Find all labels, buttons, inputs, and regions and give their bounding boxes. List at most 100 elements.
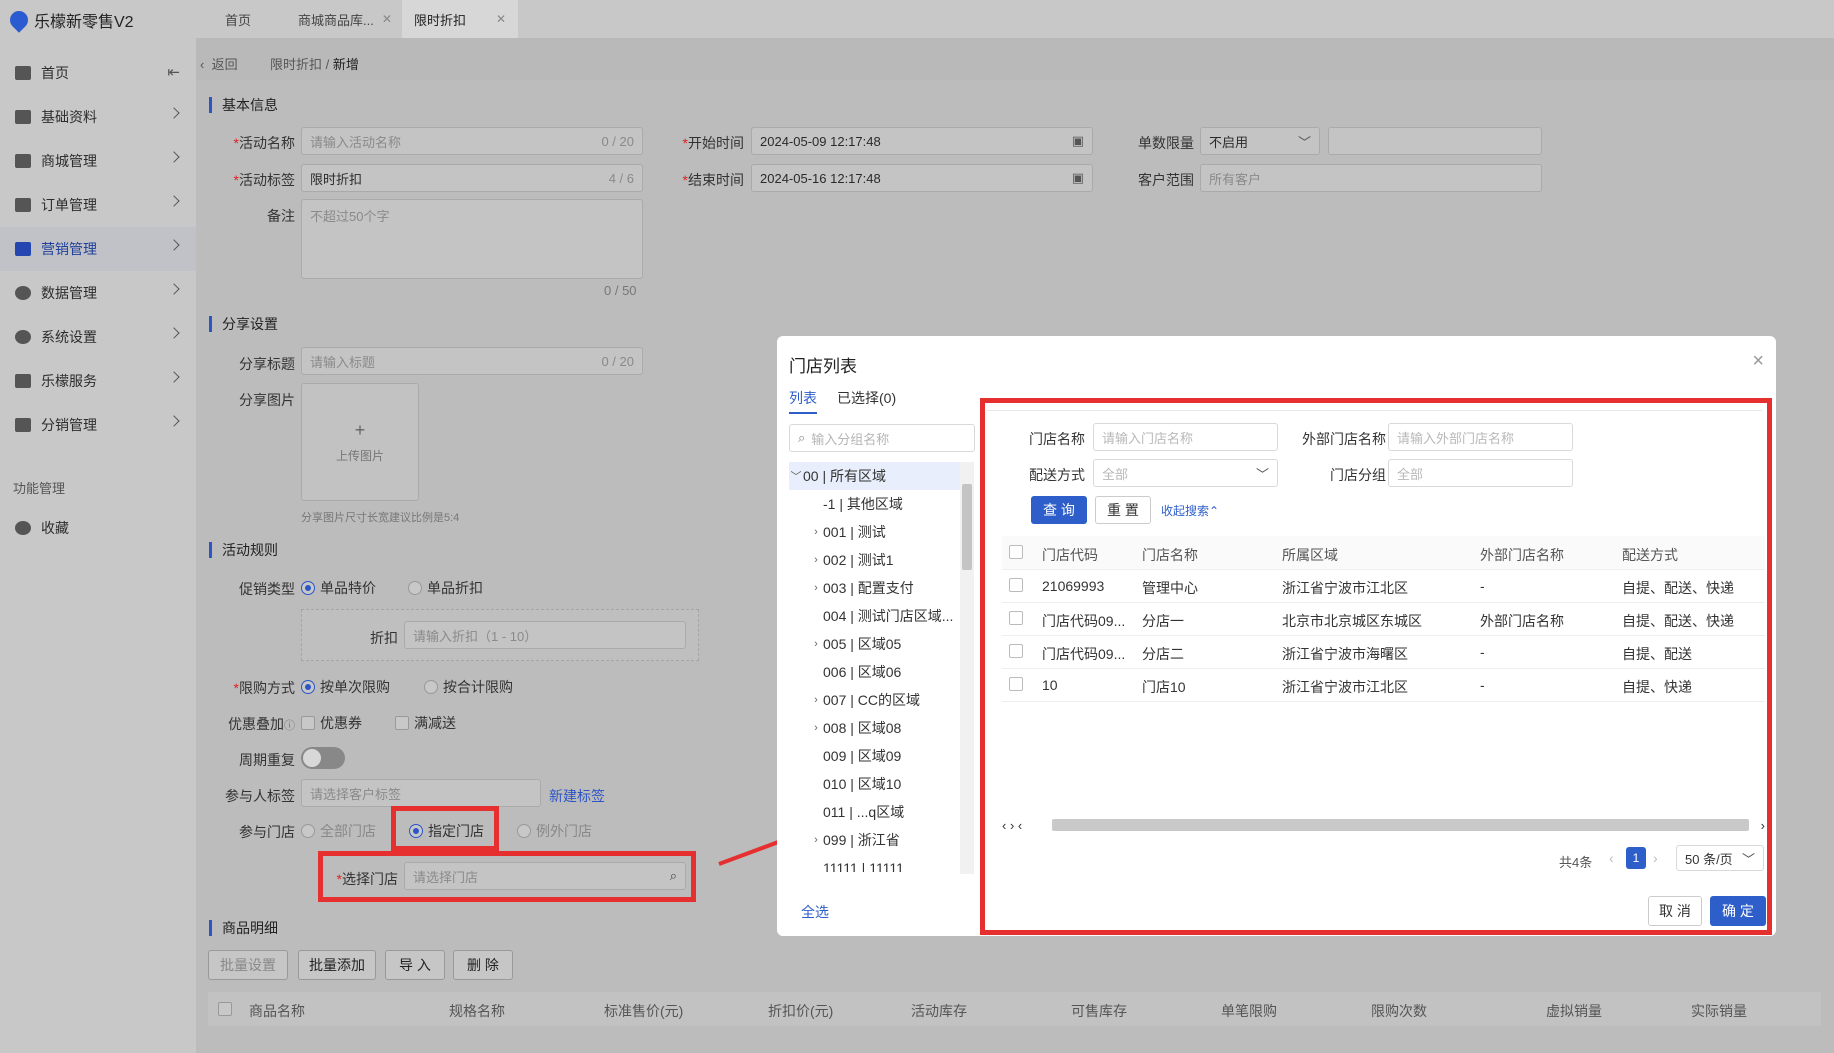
- sidebar-item-label: 乐檬服务: [41, 373, 97, 389]
- scrollbar-thumb[interactable]: [962, 484, 972, 570]
- promo-type-label: 促销类型: [239, 581, 295, 597]
- order-limit-select[interactable]: 不启用 ﹀: [1200, 127, 1320, 155]
- goods-col-header: 实际销量: [1691, 1003, 1747, 1019]
- tab-list[interactable]: 列表: [789, 388, 817, 414]
- sidebar-item-data[interactable]: 数据管理: [0, 271, 196, 315]
- stack-coupon-checkbox[interactable]: 优惠券: [301, 713, 362, 733]
- tree-node[interactable]: 11111 | 11111: [789, 854, 965, 872]
- tree-node[interactable]: 004 | 测试门店区域...: [789, 602, 965, 630]
- limit-total-radio[interactable]: 按合计限购: [424, 677, 513, 697]
- sidebar-item-favorites[interactable]: 收藏: [0, 506, 196, 550]
- close-icon[interactable]: ✕: [496, 12, 506, 26]
- store-specified-radio[interactable]: 指定门店: [409, 821, 484, 841]
- start-time-input[interactable]: 2024-05-09 12:17:48 ▣: [751, 127, 1093, 155]
- close-icon[interactable]: ×: [1752, 350, 1764, 373]
- batch-add-button[interactable]: 批量添加: [298, 950, 376, 980]
- sidebar-item-label: 订单管理: [41, 197, 97, 213]
- tree-node[interactable]: 011 | ...q区域: [789, 798, 965, 826]
- discount-label: 折扣: [370, 630, 398, 646]
- app-logo[interactable]: 乐檬新零售V2: [6, 7, 134, 33]
- activity-tag-label: *活动标签: [233, 172, 295, 188]
- share-image-label: 分享图片: [239, 392, 295, 408]
- promo-type-special-radio[interactable]: 单品特价: [301, 578, 376, 598]
- tree-node[interactable]: › 005 | 区域05: [789, 630, 965, 658]
- sidebar-item-service[interactable]: 乐檬服务: [0, 359, 196, 403]
- order-limit-value-input[interactable]: [1328, 127, 1542, 155]
- chevron-right-icon: ›: [814, 722, 818, 734]
- modal-title: 门店列表: [789, 357, 857, 376]
- search-icon[interactable]: ⌕: [670, 868, 677, 884]
- tab-flash-discount[interactable]: 限时折扣 ✕: [402, 0, 519, 38]
- radio-icon: [424, 680, 438, 694]
- order-icon: [15, 198, 31, 212]
- chevron-right-icon: [168, 107, 180, 119]
- share-image-hint: 分享图片尺寸长宽建议比例是5:4: [301, 512, 460, 524]
- tree-node[interactable]: › 008 | 区域08: [789, 714, 965, 742]
- cycle-label: 周期重复: [239, 752, 295, 768]
- select-store-input[interactable]: 请选择门店 ⌕: [404, 862, 686, 890]
- breadcrumb-parent[interactable]: 限时折扣 /: [270, 57, 329, 72]
- limit-single-radio[interactable]: 按单次限购: [301, 677, 390, 697]
- tree-scrollbar[interactable]: [960, 462, 974, 874]
- back-link[interactable]: ‹ 返回: [200, 54, 238, 73]
- tree-node[interactable]: 006 | 区域06: [789, 658, 965, 686]
- section-rules: 活动规则: [209, 542, 278, 558]
- close-icon[interactable]: ✕: [382, 12, 392, 26]
- activity-tag-input[interactable]: 限时折扣 4 / 6: [301, 164, 643, 192]
- tree-node[interactable]: › 003 | 配置支付: [789, 574, 965, 602]
- select-all-link[interactable]: 全选: [801, 902, 829, 922]
- sidebar-item-orders[interactable]: 订单管理: [0, 183, 196, 227]
- activity-name-input[interactable]: 请输入活动名称 0 / 20: [301, 127, 643, 155]
- select-all-goods-checkbox[interactable]: [218, 1002, 232, 1016]
- cycle-toggle[interactable]: [301, 747, 345, 769]
- tree-node[interactable]: › 002 | 测试1: [789, 546, 965, 574]
- tree-node[interactable]: -1 | 其他区域: [789, 490, 965, 518]
- tree-node[interactable]: ﹀ 00 | 所有区域: [789, 462, 965, 490]
- sidebar-item-marketing[interactable]: 营销管理: [0, 227, 196, 271]
- group-search-input[interactable]: ⌕ 输入分组名称: [789, 424, 975, 452]
- share-image-upload[interactable]: + 上传图片: [301, 383, 419, 501]
- batch-set-button[interactable]: 批量设置: [208, 950, 288, 980]
- sidebar-item-home[interactable]: 首页 ⇤: [0, 51, 196, 95]
- collapse-sidebar-icon[interactable]: ⇤: [167, 63, 180, 81]
- store-exclude-radio[interactable]: 例外门店: [517, 821, 592, 841]
- sidebar-item-basic-data[interactable]: 基础资料: [0, 95, 196, 139]
- share-title-input[interactable]: 请输入标题 0 / 20: [301, 347, 643, 375]
- member-tag-input[interactable]: 请选择客户标签: [301, 779, 541, 807]
- tree-node[interactable]: › 007 | CC的区域: [789, 686, 965, 714]
- tree-node[interactable]: › 001 | 测试: [789, 518, 965, 546]
- customer-range-input[interactable]: 所有客户: [1200, 164, 1542, 192]
- remark-count: 0 / 50: [604, 283, 637, 298]
- calendar-icon: ▣: [1071, 133, 1084, 148]
- import-button[interactable]: 导 入: [385, 950, 445, 980]
- discount-input[interactable]: 请输入折扣（1 - 10）: [404, 621, 686, 649]
- back-label: 返回: [211, 57, 238, 72]
- delete-button[interactable]: 删 除: [453, 950, 513, 980]
- tab-home[interactable]: 首页: [213, 0, 263, 38]
- new-tag-link[interactable]: 新建标签: [549, 786, 605, 806]
- promo-type-discount-radio[interactable]: 单品折扣: [408, 578, 483, 598]
- section-share: 分享设置: [209, 316, 278, 332]
- chevron-right-icon: [168, 283, 180, 295]
- chevron-right-icon: ›: [814, 694, 818, 706]
- sidebar-item-mall[interactable]: 商城管理: [0, 139, 196, 183]
- tree-node[interactable]: 010 | 区域10: [789, 770, 965, 798]
- stack-fullreduce-checkbox[interactable]: 满减送: [395, 713, 456, 733]
- chevron-right-icon: ›: [814, 554, 818, 566]
- sidebar-item-settings[interactable]: 系统设置: [0, 315, 196, 359]
- sidebar-item-distribution[interactable]: 分销管理: [0, 403, 196, 447]
- share-title-label: 分享标题: [239, 356, 295, 372]
- tree-node[interactable]: › 099 | 浙江省: [789, 826, 965, 854]
- end-time-input[interactable]: 2024-05-16 12:17:48 ▣: [751, 164, 1093, 192]
- radio-checked-icon: [409, 824, 423, 838]
- breadcrumb: 限时折扣 / 新增: [270, 54, 359, 73]
- store-all-radio[interactable]: 全部门店: [301, 821, 376, 841]
- tab-selected[interactable]: 已选择(0): [837, 388, 896, 408]
- sidebar: 乐檬新零售V2 首页 ⇤ 基础资料 商城管理 订单管理 营销管理 数据管理 系统设…: [0, 0, 196, 1053]
- remark-textarea[interactable]: 不超过50个字: [301, 199, 643, 279]
- tree-node[interactable]: 009 | 区域09: [789, 742, 965, 770]
- chevron-right-icon: [168, 195, 180, 207]
- chevron-right-icon: [168, 371, 180, 383]
- chevron-down-icon: ﹀: [1297, 134, 1311, 150]
- tab-mall-goods[interactable]: 商城商品库... ✕: [286, 0, 404, 38]
